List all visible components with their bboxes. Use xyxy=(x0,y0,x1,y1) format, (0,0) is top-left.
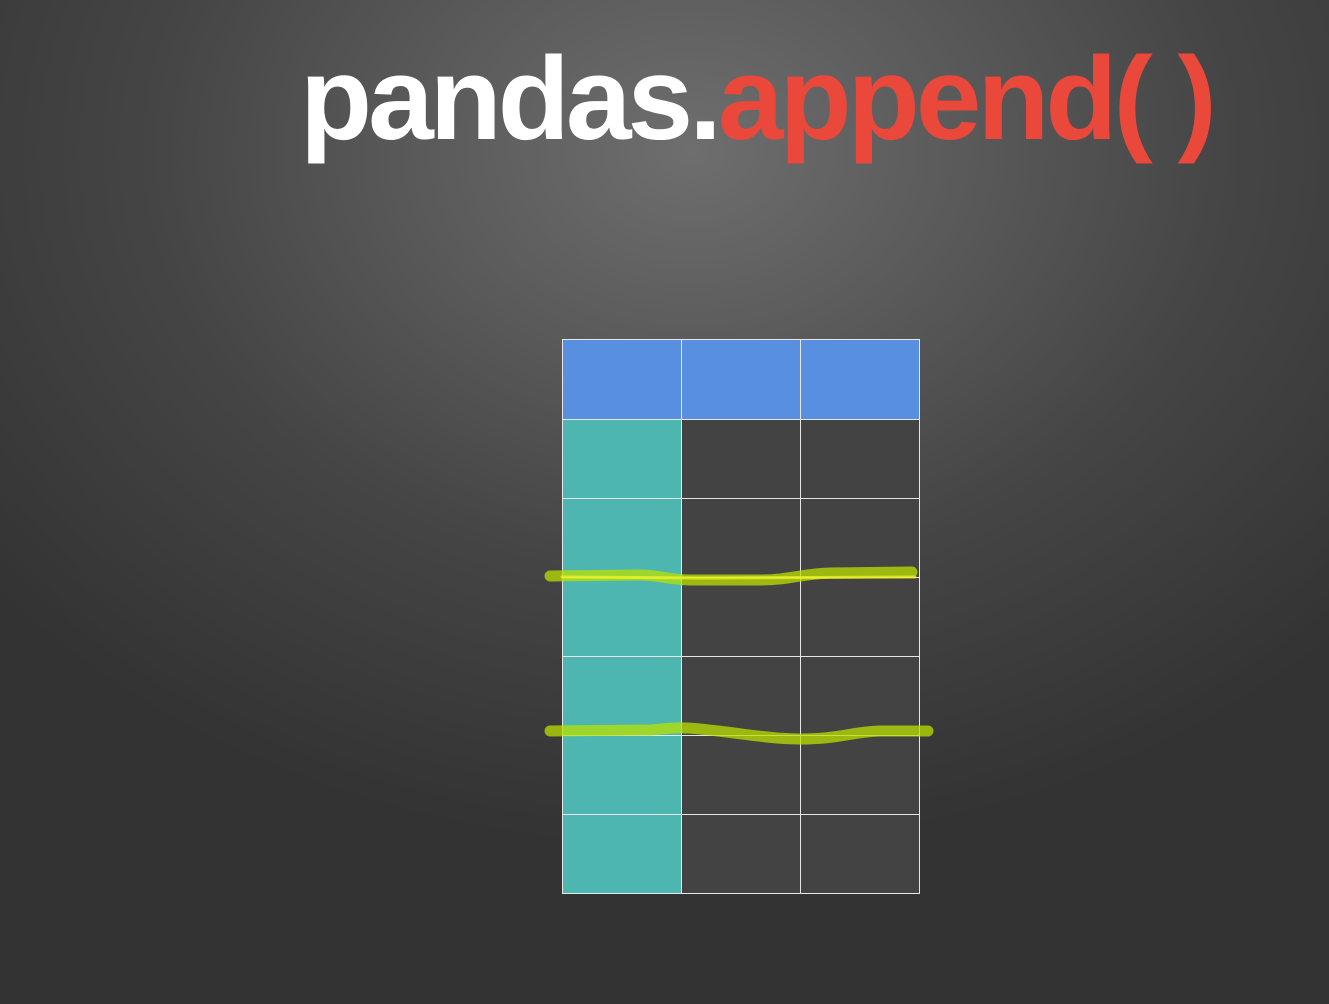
index-cell xyxy=(562,419,682,499)
header-cell xyxy=(681,339,801,420)
data-cell xyxy=(681,577,801,657)
title-prefix: pandas. xyxy=(300,33,722,165)
header-cell xyxy=(562,339,682,420)
data-cell xyxy=(800,656,920,736)
data-cell xyxy=(681,735,801,815)
index-cell xyxy=(562,814,682,894)
data-cell xyxy=(681,419,801,499)
data-cell xyxy=(681,498,801,578)
data-cell xyxy=(681,814,801,894)
header-cell xyxy=(800,339,920,420)
index-cell xyxy=(562,498,682,578)
slide-title: pandas.append( ) xyxy=(300,40,1217,158)
data-cell xyxy=(800,419,920,499)
index-cell xyxy=(562,656,682,736)
title-method: append( ) xyxy=(717,33,1217,165)
index-cell xyxy=(562,735,682,815)
data-cell xyxy=(800,735,920,815)
data-cell xyxy=(681,656,801,736)
data-cell xyxy=(800,577,920,657)
index-cell xyxy=(562,577,682,657)
data-cell xyxy=(800,498,920,578)
data-cell xyxy=(800,814,920,894)
dataframe-diagram xyxy=(562,339,920,894)
